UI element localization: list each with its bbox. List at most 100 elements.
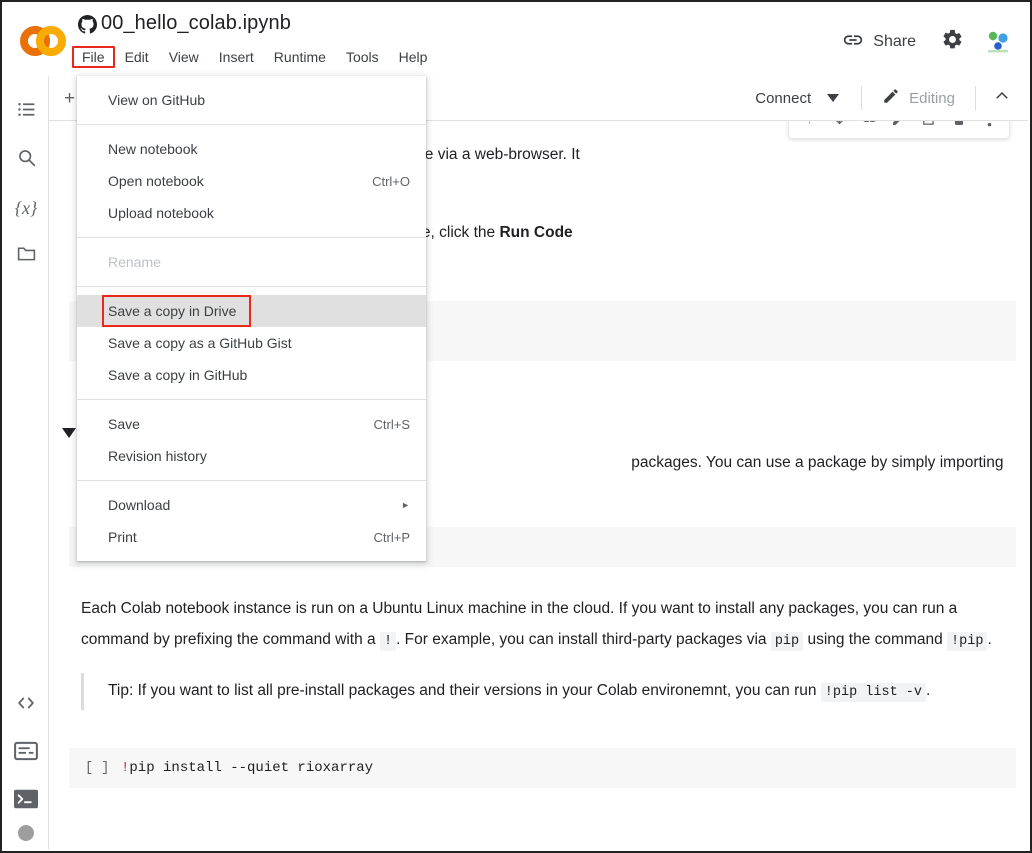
table-of-contents-icon [16,99,37,125]
inline-code: pip [771,632,803,651]
text-run: . [926,682,930,699]
file-menu-group: Save a copy in Drive Save a copy as a Gi… [77,295,426,391]
sidebar-bottom-group [4,681,48,849]
menu-item-shortcut: Ctrl+P [374,530,410,545]
blockquote-paragraph: Tip: If you want to list all pre-install… [108,675,1004,708]
notebook-title-row[interactable]: 00_hello_colab.ipynb [78,12,291,35]
menu-item-save[interactable]: Save Ctrl+S [77,408,426,440]
sidebar-item-code-snippets[interactable] [4,681,48,729]
markdown-cell[interactable]: Each Colab notebook instance is run on a… [69,579,1016,730]
file-menu-group: Save Ctrl+S Revision history [77,408,426,472]
sidebar-item-variables[interactable]: {x} [4,184,48,232]
caret-down-icon [827,89,839,107]
left-sidebar: {x} [4,76,49,849]
text-run: . For example, you can install third-par… [396,631,771,648]
menu-item-revision-history[interactable]: Revision history [77,440,426,472]
move-cell-up-button[interactable] [795,121,823,135]
file-menu-group: View on GitHub [77,84,426,116]
account-button[interactable] [978,22,1018,62]
notebook-title: 00_hello_colab.ipynb [101,12,291,35]
command-palette-icon [14,741,38,766]
menu-item-print[interactable]: Print Ctrl+P [77,521,426,553]
toolbar-left: + [64,89,75,108]
menu-item-save-a-copy-in-github[interactable]: Save a copy in GitHub [77,359,426,391]
menu-runtime[interactable]: Runtime [264,46,336,68]
menu-item-label: New notebook [108,141,410,157]
text-run: . [987,631,991,648]
menu-item-save-a-copy-as-a-github-gist[interactable]: Save a copy as a GitHub Gist [77,327,426,359]
menu-tools[interactable]: Tools [336,46,389,68]
editing-label: Editing [909,90,955,107]
menu-separator [77,237,426,238]
run-cell-button[interactable]: [ ] [69,761,121,776]
inline-code: !pip list -v [821,683,926,702]
submenu-arrow-icon: ► [401,500,410,510]
menu-item-save-a-copy-in-drive[interactable]: Save a copy in Drive [77,295,426,327]
arrow-down-icon [831,121,848,132]
code-cell[interactable]: [ ] !pip install --quiet rioxarray [69,748,1016,788]
menu-item-label: Rename [108,254,410,270]
menu-item-label: Save [108,416,374,432]
toolbar-right: Connect Editing [741,80,1020,116]
menu-item-download[interactable]: Download ► [77,489,426,521]
edit-cell-button[interactable] [885,121,913,135]
file-menu-group: Download ► Print Ctrl+P [77,489,426,553]
editing-status-button[interactable]: Editing [870,81,967,116]
variables-icon: {x} [15,198,37,219]
sidebar-status-dot [18,825,34,841]
menu-item-open-notebook[interactable]: Open notebook Ctrl+O [77,165,426,197]
sidebar-item-terminal[interactable] [4,777,48,825]
text-run: Tip: If you want to list all pre-install… [108,682,821,699]
search-icon [16,147,37,173]
menu-separator [77,286,426,287]
menu-item-label: View on GitHub [108,92,410,108]
header-actions: Share [832,22,1018,62]
link-icon [861,121,878,132]
markdown-paragraph: Each Colab notebook instance is run on a… [81,593,1004,657]
move-cell-down-button[interactable] [825,121,853,135]
collapse-toolbar-button[interactable] [984,80,1020,116]
share-label: Share [873,33,916,51]
user-avatar [982,26,1014,58]
more-cell-actions-button[interactable] [975,121,1003,135]
code-token: pip install --quiet rioxarray [129,760,373,776]
connect-button[interactable]: Connect [741,83,853,113]
file-menu-dropdown: View on GitHub New notebook Open noteboo… [77,76,426,561]
connect-label: Connect [755,90,811,107]
mirror-cell-button[interactable] [915,121,943,135]
menu-item-new-notebook[interactable]: New notebook [77,133,426,165]
delete-cell-button[interactable] [945,121,973,135]
share-button[interactable]: Share [832,23,926,62]
files-folder-icon [16,243,37,269]
code-content: !pip install --quiet rioxarray [121,760,373,776]
settings-button[interactable] [932,22,972,62]
file-menu-group: Rename [77,246,426,278]
menu-item-label: Upload notebook [108,205,410,221]
menu-help[interactable]: Help [389,46,438,68]
inline-code: ! [380,632,396,651]
menu-item-label: Download [108,497,393,513]
menu-edit[interactable]: Edit [115,46,159,68]
menu-separator [77,124,426,125]
pencil-icon [891,121,907,132]
menu-insert[interactable]: Insert [209,46,264,68]
sidebar-item-files[interactable] [4,232,48,280]
menu-file[interactable]: File [72,46,115,68]
cell-toolbar [788,121,1010,139]
add-code-cell-button[interactable]: + [64,89,75,108]
pencil-icon [882,87,900,110]
colab-logo[interactable] [18,22,68,60]
trash-icon [951,121,967,132]
sidebar-item-command-palette[interactable] [4,729,48,777]
menu-item-label: Print [108,529,374,545]
sidebar-item-toc[interactable] [4,88,48,136]
menu-item-view-on-github[interactable]: View on GitHub [77,84,426,116]
terminal-icon [14,789,38,814]
open-in-tab-icon [921,121,938,132]
menu-view[interactable]: View [159,46,209,68]
sidebar-item-search[interactable] [4,136,48,184]
tip-blockquote: Tip: If you want to list all pre-install… [81,673,1004,710]
menu-item-upload-notebook[interactable]: Upload notebook [77,197,426,229]
file-menu-group: New notebook Open notebook Ctrl+O Upload… [77,133,426,229]
link-to-cell-button[interactable] [855,121,883,135]
